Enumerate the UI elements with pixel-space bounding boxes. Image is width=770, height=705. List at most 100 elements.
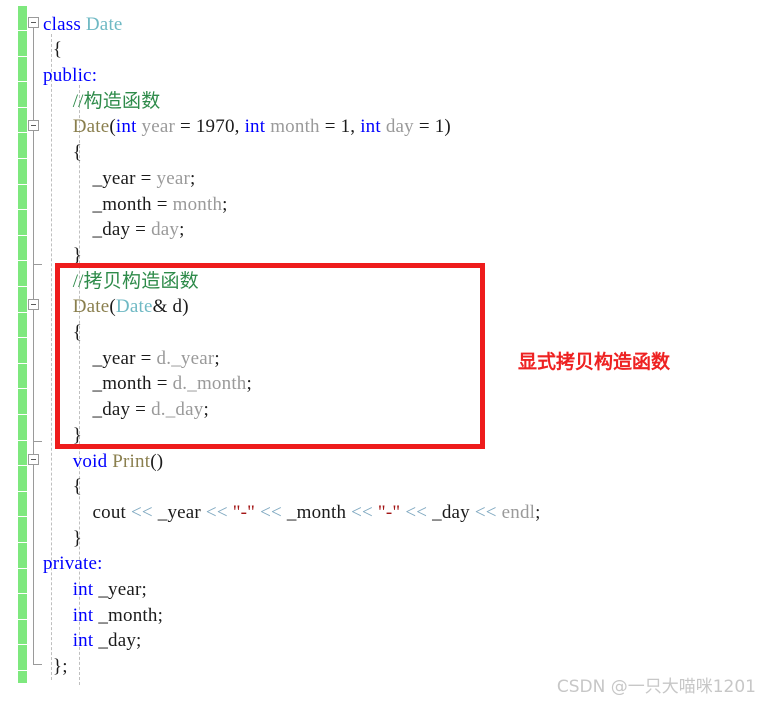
code-token: ; bbox=[214, 348, 220, 369]
code-line-8[interactable]: _month = month; bbox=[43, 192, 228, 218]
code-line-12[interactable]: Date(Date& d) bbox=[43, 294, 189, 320]
code-token: , bbox=[234, 116, 245, 137]
code-token: int bbox=[72, 630, 94, 651]
code-line-3[interactable]: public: bbox=[43, 63, 97, 89]
code-token: ; bbox=[246, 373, 252, 394]
code-line-25[interactable]: int _day; bbox=[43, 628, 142, 654]
code-token: } bbox=[43, 528, 83, 549]
code-token: = bbox=[413, 116, 435, 137]
code-line-24[interactable]: int _month; bbox=[43, 603, 163, 629]
code-token: : bbox=[97, 553, 103, 574]
code-token: ; bbox=[222, 194, 228, 215]
fold-rail bbox=[33, 465, 34, 665]
fold-collapse-icon[interactable] bbox=[28, 17, 39, 28]
code-token: _year bbox=[43, 168, 136, 189]
code-token: d bbox=[172, 373, 183, 394]
change-bar-seam bbox=[18, 542, 27, 543]
code-token: _year; bbox=[93, 579, 147, 600]
code-token: ; bbox=[179, 219, 185, 240]
code-line-15[interactable]: _month = d._month; bbox=[43, 371, 252, 397]
fold-region-end-tick bbox=[33, 441, 42, 442]
code-line-13[interactable]: { bbox=[43, 320, 82, 346]
code-token: month bbox=[270, 116, 320, 137]
code-line-23[interactable]: int _year; bbox=[43, 577, 147, 603]
code-line-6[interactable]: { bbox=[43, 140, 82, 166]
fold-collapse-icon[interactable] bbox=[28, 299, 39, 310]
code-token: _month bbox=[43, 194, 152, 215]
code-line-21[interactable]: } bbox=[43, 526, 82, 552]
code-token: () bbox=[150, 451, 164, 472]
code-line-9[interactable]: _day = day; bbox=[43, 217, 185, 243]
code-token: = bbox=[175, 116, 196, 137]
code-line-2[interactable]: { bbox=[43, 37, 62, 63]
change-bar-seam bbox=[18, 593, 27, 594]
code-token: Date bbox=[115, 296, 153, 317]
code-token: << bbox=[130, 502, 153, 523]
change-bar-seam bbox=[18, 56, 27, 57]
change-bar-seam bbox=[18, 312, 27, 313]
code-token: ; bbox=[203, 399, 209, 420]
code-token: month bbox=[172, 194, 223, 215]
code-token: ) bbox=[182, 296, 189, 317]
code-token: void bbox=[72, 451, 108, 472]
code-token: _year bbox=[43, 348, 136, 369]
change-bar-seam bbox=[18, 363, 27, 364]
code-token: public bbox=[43, 65, 92, 86]
code-token: _year bbox=[152, 502, 206, 523]
code-line-26[interactable]: }; bbox=[43, 654, 68, 680]
change-bar-seam bbox=[18, 337, 27, 338]
code-token: _month; bbox=[93, 605, 164, 626]
code-line-4[interactable]: //构造函数 bbox=[43, 89, 161, 115]
change-bar-seam bbox=[18, 184, 27, 185]
fold-rail bbox=[33, 131, 34, 299]
code-token: } bbox=[43, 425, 83, 446]
code-token: private bbox=[43, 553, 98, 574]
change-bar-seam bbox=[18, 81, 27, 82]
code-token: d bbox=[151, 399, 161, 420]
code-line-22[interactable]: private: bbox=[43, 551, 103, 577]
code-token: _day bbox=[43, 219, 131, 240]
code-line-14[interactable]: _year = d._year; bbox=[43, 346, 220, 372]
code-token: "-" bbox=[377, 502, 401, 523]
code-line-20[interactable]: cout << _year << "-" << _month << "-" <<… bbox=[43, 500, 541, 526]
code-line-16[interactable]: _day = d._day; bbox=[43, 397, 209, 423]
code-token: { bbox=[43, 142, 83, 163]
code-token: _month bbox=[187, 373, 247, 394]
code-token: int bbox=[360, 116, 381, 137]
change-bar-seam bbox=[18, 568, 27, 569]
code-token: = bbox=[130, 399, 152, 420]
fold-collapse-icon[interactable] bbox=[28, 120, 39, 131]
code-token: endl bbox=[501, 502, 536, 523]
annotation-label: 显式拷贝构造函数 bbox=[518, 351, 671, 373]
code-token: year bbox=[156, 168, 191, 189]
code-line-7[interactable]: _year = year; bbox=[43, 166, 196, 192]
fold-collapse-icon[interactable] bbox=[28, 454, 39, 465]
change-bar-seam bbox=[18, 260, 27, 261]
code-line-10[interactable]: } bbox=[43, 243, 82, 269]
code-token: int bbox=[72, 605, 94, 626]
code-token: class bbox=[43, 14, 81, 35]
code-token: Print bbox=[112, 451, 151, 472]
code-token: , bbox=[350, 116, 361, 137]
code-editor[interactable]: class Date {public: //构造函数 Date(int year… bbox=[0, 0, 770, 705]
code-token: { bbox=[43, 322, 83, 343]
code-token: & bbox=[152, 296, 168, 317]
code-line-19[interactable]: { bbox=[43, 474, 82, 500]
code-token: : bbox=[91, 65, 98, 86]
code-token: = bbox=[151, 373, 173, 394]
code-token: d bbox=[156, 348, 167, 369]
code-line-5[interactable]: Date(int year = 1970, int month = 1, int… bbox=[43, 114, 451, 140]
code-token: "-" bbox=[232, 502, 256, 523]
code-line-17[interactable]: } bbox=[43, 423, 82, 449]
code-token: << bbox=[260, 502, 282, 523]
code-token: << bbox=[474, 502, 497, 523]
code-line-1[interactable]: class Date bbox=[43, 12, 123, 38]
fold-region-end-tick bbox=[33, 664, 42, 665]
code-line-11[interactable]: //拷贝构造函数 bbox=[43, 269, 199, 295]
change-bar-seam bbox=[18, 30, 27, 31]
code-token: year bbox=[141, 116, 176, 137]
code-line-18[interactable]: void Print() bbox=[43, 449, 163, 475]
